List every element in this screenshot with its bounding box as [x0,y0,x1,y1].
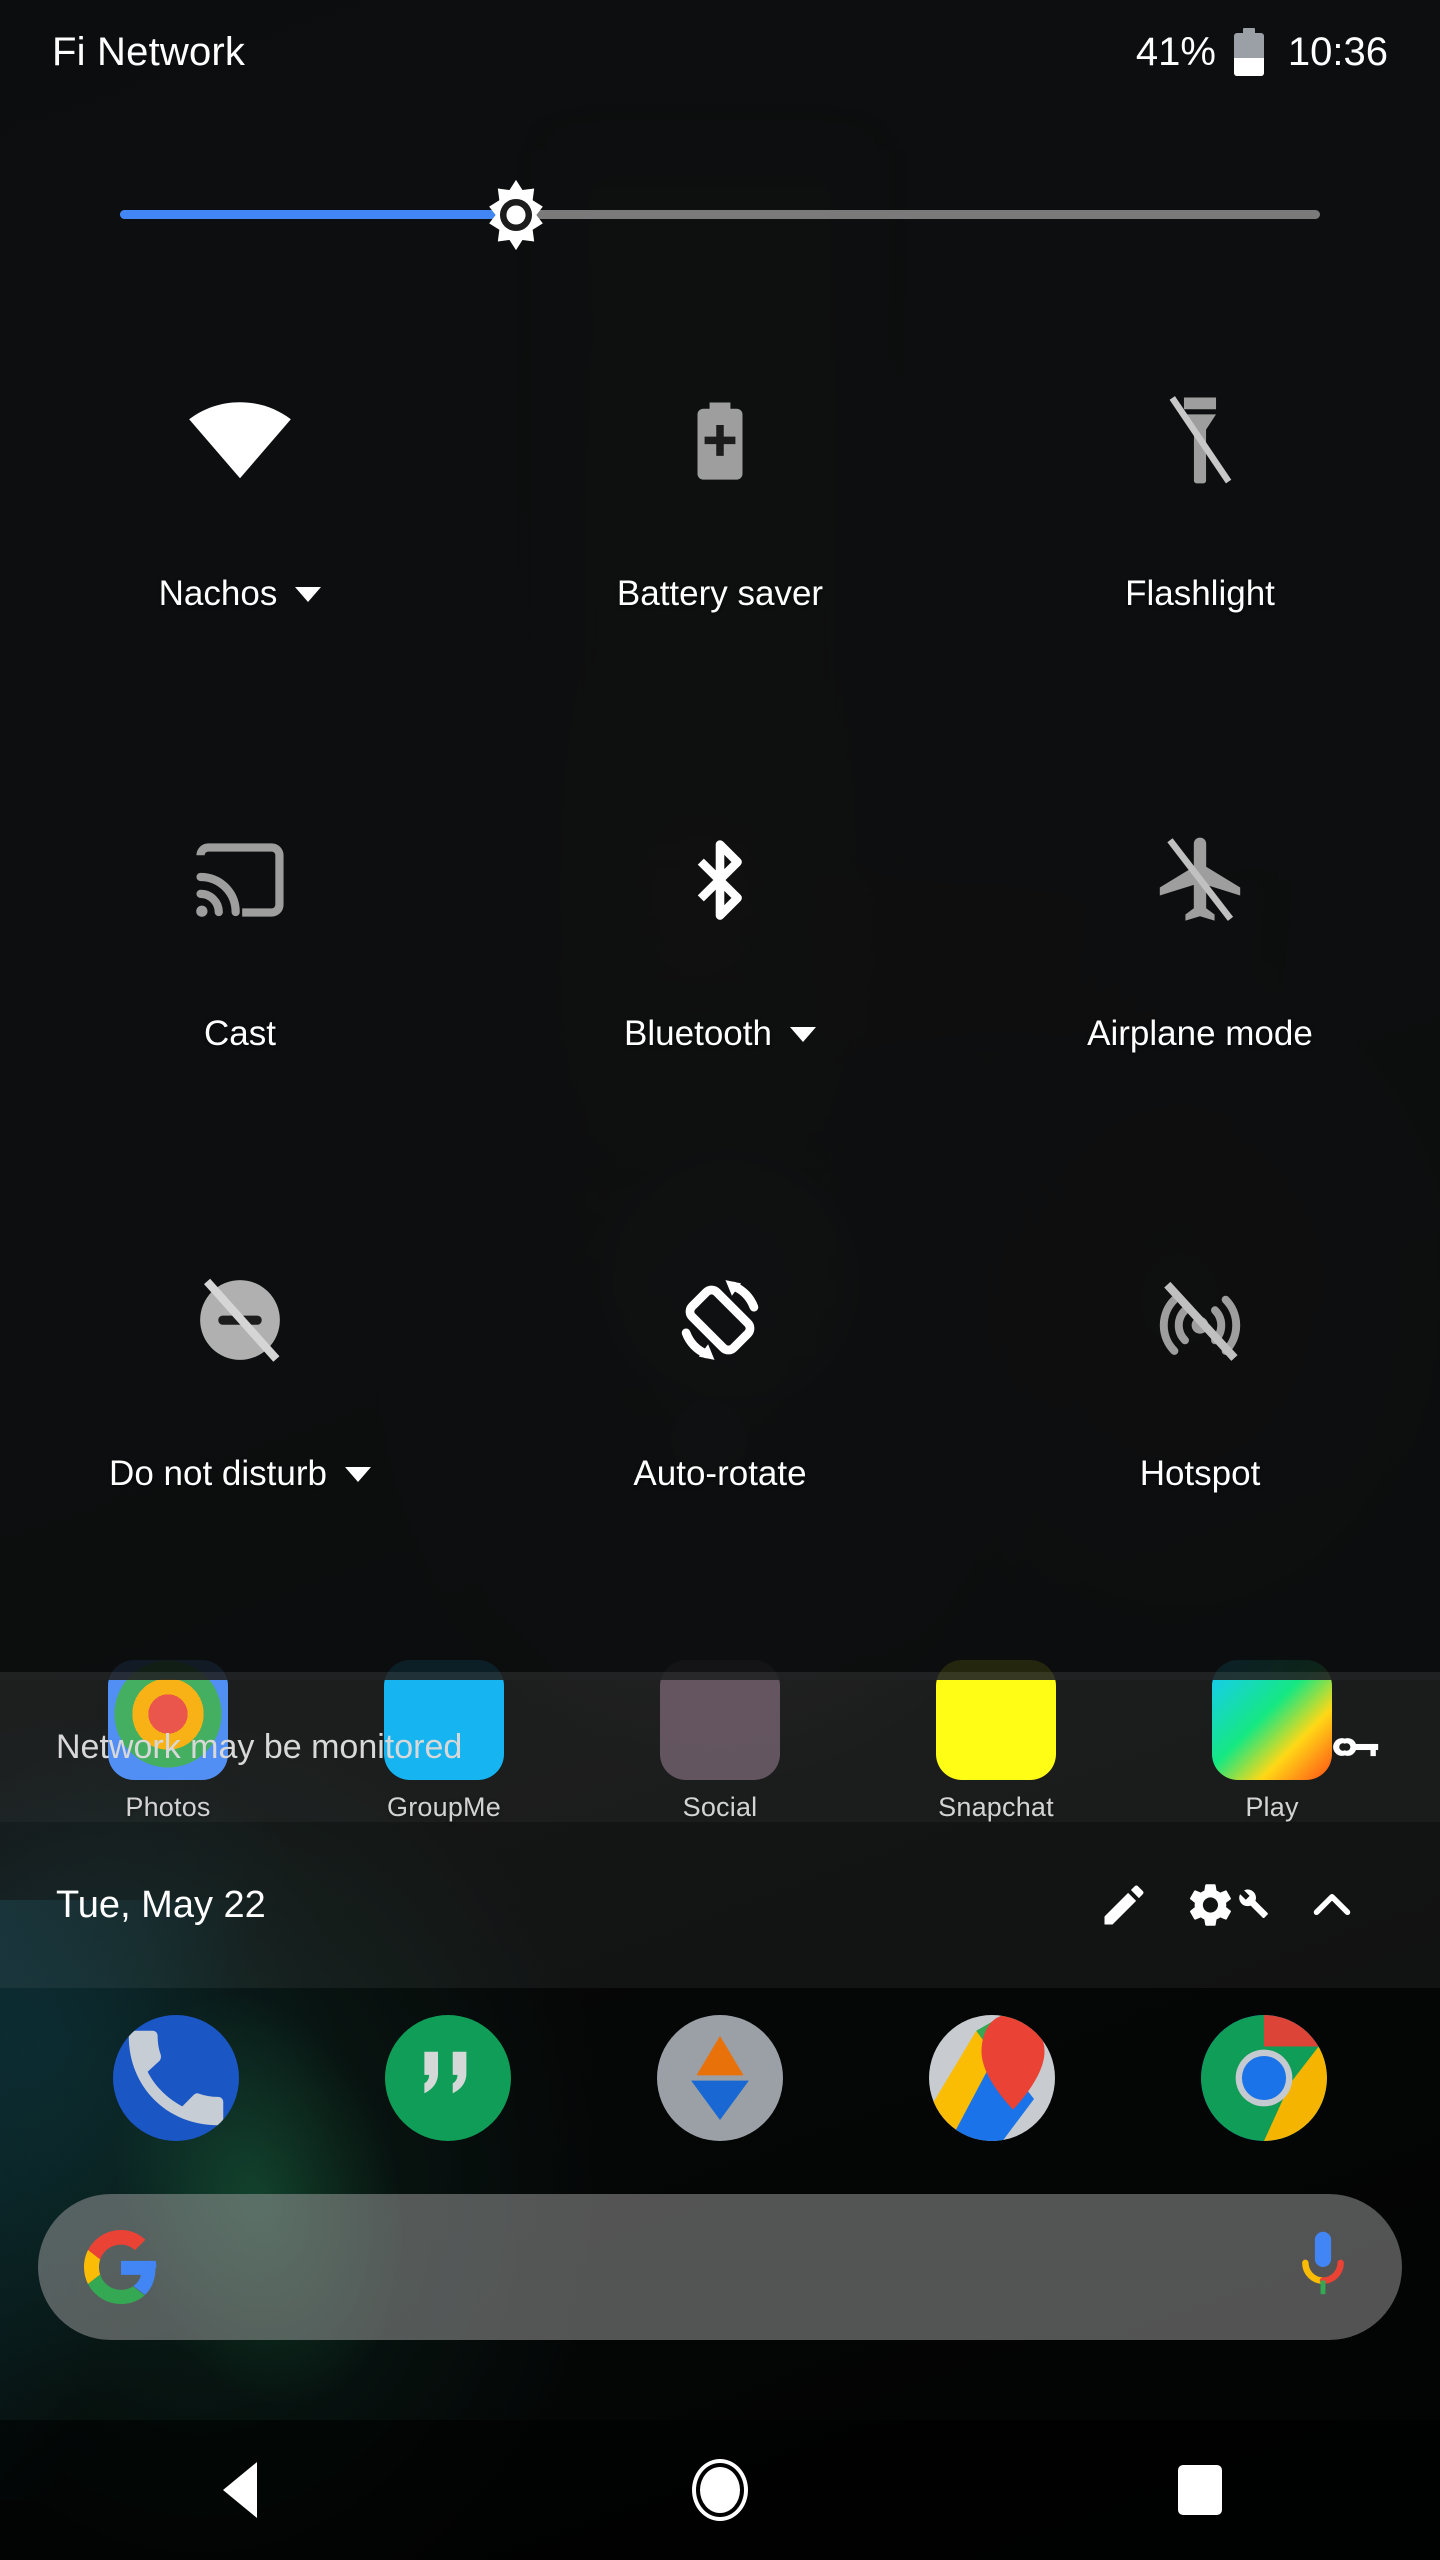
home-button[interactable] [630,2420,810,2560]
tile-label-wrap: Hotspot [1140,1454,1261,1494]
tile-label-wrap: Battery saver [617,574,823,614]
google-g-icon [84,2230,158,2304]
hangouts-icon [424,2051,467,2094]
chevron-down-icon[interactable] [295,586,322,602]
dock-icon-drive[interactable] [657,2015,783,2141]
phone-icon [128,2030,224,2126]
home-dock [0,2015,1440,2141]
network-monitored-text: Network may be monitored [56,1727,463,1766]
microphone-icon[interactable] [1290,2229,1356,2305]
android-quick-settings-screen: Photos GroupMe Social Snapchat Play Fi N… [0,0,1440,2560]
settings-gear-icon [1184,1879,1236,1931]
tile-label: Nachos [158,574,278,613]
battery-saver-icon [670,380,770,500]
tile-label: Hotspot [1139,1454,1261,1493]
airplane-off-icon [1147,820,1253,940]
tile-wifi[interactable]: Nachos [0,330,480,770]
wrench-icon [1238,1888,1272,1922]
settings-button[interactable] [1176,1853,1280,1957]
tile-label-wrap: Auto-rotate [633,1454,806,1494]
cast-icon [188,820,292,940]
network-monitored-banner[interactable]: Network may be monitored [0,1672,1440,1822]
flashlight-off-icon [1148,380,1252,500]
tile-flashlight[interactable]: Flashlight [960,330,1440,770]
tile-row: Nachos Battery saver Flashlight [0,330,1440,770]
tile-label: Cast [204,1014,276,1053]
tile-airplane-mode[interactable]: Airplane mode [960,770,1440,1210]
key-icon[interactable] [1328,1719,1384,1775]
hotspot-off-icon [1147,1260,1253,1380]
footer-actions [1072,1853,1384,1957]
quick-settings-tile-grid: Nachos Battery saver Flashlight Cast Blu… [0,330,1440,1650]
tile-label: Auto-rotate [633,1454,807,1493]
dock-icon-hangouts[interactable] [385,2015,511,2141]
clock-label: 10:36 [1287,29,1388,74]
tile-battery-saver[interactable]: Battery saver [480,330,960,770]
dock-icon-phone[interactable] [113,2015,239,2141]
chevron-up-icon[interactable] [1280,1853,1384,1957]
tile-label: Bluetooth [624,1014,772,1053]
home-icon [692,2459,748,2521]
chevron-down-icon[interactable] [789,1026,816,1042]
quick-settings-panel: Fi Network 41% 10:36 Nachos Battery save… [0,0,1440,1680]
tile-label-wrap: Cast [204,1014,276,1054]
tile-label-wrap: Bluetooth [624,1014,816,1054]
tile-label: Battery saver [616,574,824,613]
wifi-icon [186,380,294,500]
status-bar-right: 41% 10:36 [1136,28,1388,76]
tile-label: Flashlight [1125,574,1275,613]
footer-date: Tue, May 22 [56,1883,266,1926]
tile-label: Do not disturb [109,1454,327,1493]
tile-label-wrap: Do not disturb [109,1454,371,1494]
tile-label-wrap: Airplane mode [1087,1014,1313,1054]
brightness-fill [120,210,516,219]
quick-settings-footer: Tue, May 22 [0,1822,1440,1988]
pencil-edit-icon[interactable] [1072,1853,1176,1957]
tile-cast[interactable]: Cast [0,770,480,1210]
google-search-bar[interactable] [38,2194,1402,2340]
brightness-slider[interactable] [120,178,1320,252]
dock-icon-maps[interactable] [929,2015,1055,2141]
dock-icon-chrome[interactable] [1201,2015,1327,2141]
tile-auto-rotate[interactable]: Auto-rotate [480,1210,960,1650]
recents-button[interactable] [1110,2420,1290,2560]
chrome-icon [1201,2015,1327,2141]
tile-label-wrap: Flashlight [1125,574,1275,614]
battery-icon [1233,28,1264,76]
do-not-disturb-off-icon [188,1260,292,1380]
battery-percent-label: 41% [1135,29,1216,74]
navigation-bar [0,2420,1440,2560]
tile-label-wrap: Nachos [159,574,322,614]
auto-rotate-icon [665,1260,775,1380]
carrier-label: Fi Network [52,29,246,74]
back-icon [223,2462,257,2518]
maps-icon [929,2015,1045,2141]
tile-do-not-disturb[interactable]: Do not disturb [0,1210,480,1650]
bluetooth-icon [671,820,769,940]
tile-row: Cast Bluetooth Airplane mode [0,770,1440,1210]
tile-row: Do not disturb Auto-rotate Hotspot [0,1210,1440,1650]
tile-bluetooth[interactable]: Bluetooth [480,770,960,1210]
recents-icon [1178,2465,1222,2515]
tile-label: Airplane mode [1087,1014,1313,1053]
brightness-sun-icon[interactable] [479,178,553,252]
chevron-down-icon[interactable] [344,1466,371,1482]
drive-icon [691,2036,749,2120]
tile-hotspot[interactable]: Hotspot [960,1210,1440,1650]
status-bar: Fi Network 41% 10:36 [0,0,1440,104]
back-button[interactable] [150,2420,330,2560]
